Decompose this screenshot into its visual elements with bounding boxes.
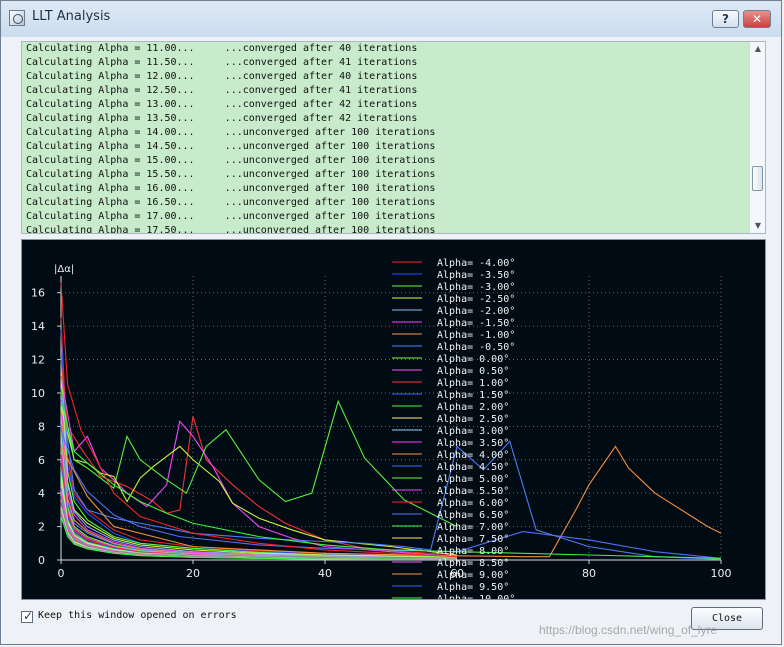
series-line-peak [60,282,458,558]
series-line-peak [60,401,722,559]
legend-entry: Alpha= 7.50° [437,534,509,545]
legend-entry: Alpha= 2.50° [437,414,509,425]
close-window-button[interactable]: ✕ [743,10,771,28]
y-tick-label: 0 [38,554,45,567]
legend-entry: Alpha= 6.50° [437,510,509,521]
scroll-up-icon[interactable]: ▲ [753,45,763,53]
legend-entry: Alpha= 4.00° [437,450,509,461]
legend-entry: Alpha= 3.50° [437,438,509,449]
log-line: Calculating Alpha = 14.50... ...unconver… [26,141,436,152]
legend-entry: Alpha= 1.50° [437,390,509,401]
y-tick-label: 16 [31,287,45,300]
scrollbar-thumb[interactable] [752,166,763,191]
app-icon [9,10,25,26]
series-line-peak [60,429,722,559]
keep-window-checkbox[interactable]: ✓ [21,609,34,623]
log-line: Calculating Alpha = 17.50... ...unconver… [26,225,436,234]
plot-svg: 0 20 40 60 80 1000246810121416|Δα|Alpha= -4.0… [31,258,732,600]
series-line [60,376,458,559]
legend-entry: Alpha= 2.00° [437,402,509,413]
legend-entry: Alpha= -1.50° [437,318,515,329]
legend-entry: Alpha= -1.00° [437,330,515,341]
x-tick-label: 100 [711,567,732,580]
log-line: Calculating Alpha = 16.50... ...unconver… [26,197,436,208]
log-line: Calculating Alpha = 13.50... ...converge… [26,113,418,124]
x-tick-label: 0 [58,567,65,580]
log-line: Calculating Alpha = 15.00... ...unconver… [26,155,436,166]
y-tick-label: 2 [38,521,45,534]
y-tick-label: 4 [38,487,45,500]
legend-entry: Alpha= 7.00° [437,522,509,533]
legend-entry: Alpha= -3.00° [437,282,515,293]
legend-entry: Alpha= -0.50° [437,342,515,353]
x-tick-label: 80 [582,567,596,580]
log-line: Calculating Alpha = 15.50... ...unconver… [26,169,436,180]
log-line: Calculating Alpha = 11.50... ...converge… [26,57,418,68]
series-line [60,329,458,558]
log-output[interactable]: Calculating Alpha = 11.00... ...converge… [21,41,766,234]
log-line: Calculating Alpha = 12.50... ...converge… [26,85,418,96]
legend-entry: Alpha= 6.00° [437,498,509,509]
legend-entry: Alpha= -3.50° [437,270,515,281]
y-axis-title: |Δα| [54,264,74,275]
log-line: Calculating Alpha = 17.00... ...unconver… [26,211,436,222]
legend-entry: Alpha= 5.50° [437,486,509,497]
keep-window-label: Keep this window opened on errors [38,610,237,621]
log-line: Calculating Alpha = 12.00... ...converge… [26,71,418,82]
legend-entry: Alpha= 8.00° [437,546,509,557]
log-line: Calculating Alpha = 11.00... ...converge… [26,43,418,54]
legend-entry: Alpha= 4.50° [437,462,509,473]
legend-entry: Alpha= 10.00° [437,594,515,600]
log-line: Calculating Alpha = 14.00... ...unconver… [26,127,436,138]
y-tick-label: 14 [31,320,45,333]
y-tick-label: 10 [31,387,45,400]
legend-entry: Alpha= 5.00° [437,474,509,485]
llt-analysis-window: LLT Analysis ? ✕ Calculating Alpha = 11.… [0,0,782,645]
legend-entry: Alpha= -2.00° [437,306,515,317]
series-line-peak [60,445,722,558]
log-scrollbar[interactable]: ▲ ▼ [749,42,765,233]
y-tick-label: 12 [31,354,45,367]
legend-entry: Alpha= -2.50° [437,294,515,305]
legend-entry: Alpha= 3.00° [437,426,509,437]
scroll-down-icon[interactable]: ▼ [753,222,763,230]
series-line [60,317,458,558]
legend-entry: Alpha= 9.00° [437,570,509,581]
log-line: Calculating Alpha = 16.00... ...unconver… [26,183,436,194]
title-bar: LLT Analysis ? ✕ [1,1,781,37]
checkmark-icon: ✓ [23,609,34,623]
legend-entry: Alpha= 1.00° [437,378,509,389]
y-tick-label: 8 [38,420,45,433]
watermark-text: https://blog.csdn.net/wing_of_lyre [539,623,718,637]
legend-entry: Alpha= 0.50° [437,366,509,377]
help-button[interactable]: ? [712,10,739,28]
x-tick-label: 20 [186,567,200,580]
legend-entry: Alpha= 0.00° [437,354,509,365]
log-line: Calculating Alpha = 13.00... ...converge… [26,99,418,110]
window-title: LLT Analysis [32,9,111,24]
y-tick-label: 6 [38,454,45,467]
legend-entry: Alpha= 9.50° [437,582,509,593]
x-tick-label: 40 [318,567,332,580]
convergence-plot: 0 20 40 60 80 100 0 2 4 6 8 10 12 14 16 |Δα| Alpha= -4.0… [21,239,766,600]
log-lines: Calculating Alpha = 11.00... ...converge… [26,42,746,234]
legend-entry: Alpha= 8.50° [437,558,509,569]
legend-entry: Alpha= -4.00° [437,258,515,269]
